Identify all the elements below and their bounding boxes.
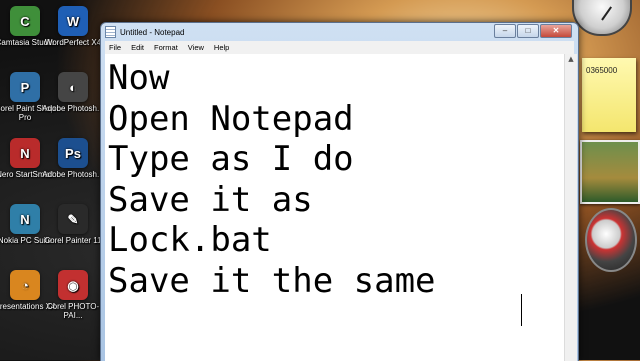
desktop-icon-label: Corel PHOTO-PAI...	[46, 302, 100, 320]
menu-edit[interactable]: Edit	[131, 43, 144, 52]
corel-photo-paint-icon: ◉	[58, 270, 88, 300]
nero-startsmart-icon: N	[10, 138, 40, 168]
corel-paintshop-icon: P	[10, 72, 40, 102]
wordperfect-shortcut[interactable]: W WordPerfect X4	[42, 6, 104, 47]
window-title: Untitled - Notepad	[120, 27, 185, 37]
clock-hand	[601, 6, 612, 21]
text-editor[interactable]: Now Open Notepad Type as I do Save it as…	[105, 54, 564, 361]
slideshow-gadget[interactable]	[580, 140, 640, 204]
corel-painter-shortcut[interactable]: ✎ Corel Painter 11	[42, 204, 104, 245]
sticky-note-gadget[interactable]: 0365000	[582, 58, 636, 132]
presentations-icon: ◔	[10, 270, 40, 300]
menu-format[interactable]: Format	[154, 43, 178, 52]
desktop-icon-label: Adobe Photosh...	[42, 170, 104, 179]
editor-text[interactable]: Now Open Notepad Type as I do Save it as…	[108, 58, 456, 301]
camtasia-studio-icon: C	[10, 6, 40, 36]
corel-painter-icon: ✎	[58, 204, 88, 234]
text-caret	[521, 294, 522, 326]
adobe-photoshop-1-icon: ◐	[58, 72, 88, 102]
scroll-up-icon[interactable]: ▲	[565, 54, 577, 64]
corel-photo-paint-shortcut[interactable]: ◉ Corel PHOTO-PAI...	[42, 270, 104, 320]
minimize-button[interactable]: –	[494, 24, 516, 38]
adobe-photoshop-1-shortcut[interactable]: ◐ Adobe Photosh...	[42, 72, 104, 113]
close-button[interactable]: ✕	[540, 24, 572, 38]
nokia-pc-suite-icon: N	[10, 204, 40, 234]
vertical-scrollbar[interactable]: ▲	[564, 54, 577, 361]
menu-file[interactable]: File	[109, 43, 121, 52]
desktop-icon-label: Adobe Photosh...	[42, 104, 104, 113]
maximize-button[interactable]: □	[517, 24, 539, 38]
wordperfect-icon: W	[58, 6, 88, 36]
notepad-icon	[105, 26, 116, 38]
adobe-photoshop-2-icon: Ps	[58, 138, 88, 168]
menu-view[interactable]: View	[188, 43, 204, 52]
desktop-icon-label: Corel Painter 11	[44, 236, 102, 245]
cpu-meter-gadget[interactable]	[585, 208, 637, 272]
window-controls: – □ ✕	[494, 24, 572, 38]
desktop-icon-label: WordPerfect X4	[44, 38, 102, 47]
menu-help[interactable]: Help	[214, 43, 229, 52]
notepad-window[interactable]: Untitled - Notepad – □ ✕ File Edit Forma…	[100, 22, 579, 361]
menu-bar: File Edit Format View Help	[105, 41, 574, 55]
adobe-photoshop-2-shortcut[interactable]: Ps Adobe Photosh...	[42, 138, 104, 179]
title-bar[interactable]: Untitled - Notepad – □ ✕	[101, 23, 578, 41]
clock-gadget[interactable]	[572, 0, 632, 36]
